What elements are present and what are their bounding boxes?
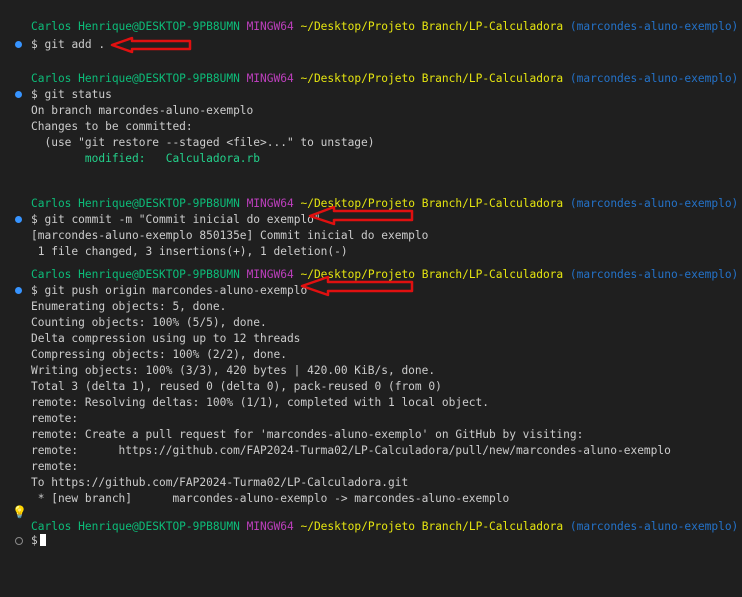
prompt-path: ~/Desktop/Projeto Branch/LP-Calculadora [300,20,564,33]
status-hint: (use "git restore --staged <file>..." to… [31,136,375,149]
output-line: 1 file changed, 3 insertions(+), 1 delet… [0,244,742,260]
push-output-pull-url[interactable]: remote: https://github.com/FAP2024-Turma… [31,443,671,459]
empty-circle-icon [15,537,23,545]
prompt-path: ~/Desktop/Projeto Branch/LP-Calculadora [300,72,564,85]
blue-dot-icon[interactable] [15,216,22,223]
blue-dot-icon[interactable] [15,41,22,48]
output-line: (use "git restore --staged <file>..." to… [0,135,742,151]
status-modified-file: Calculadora.rb [165,152,261,165]
output-line: Total 3 (delta 1), reused 0 (delta 0), p… [0,379,742,395]
output-line: remote: [0,459,742,475]
prompt-symbol: $ [31,88,38,101]
text-cursor [39,534,46,546]
terminal[interactable]: Carlos Henrique@DESKTOP-9PB8UMN MINGW64 … [0,0,742,547]
prompt-branch: (marcondes-aluno-exemplo) [569,72,739,85]
push-output: Counting objects: 100% (5/5), done. [31,316,267,329]
prompt-line: Carlos Henrique@DESKTOP-9PB8UMN MINGW64 … [0,267,742,283]
prompt-path: ~/Desktop/Projeto Branch/LP-Calculadora [300,197,564,210]
prompt-user: Carlos Henrique@DESKTOP-9PB8UMN [31,20,240,33]
command-line[interactable]: $ [0,533,742,549]
blue-dot-icon[interactable] [15,91,22,98]
prompt-user: Carlos Henrique@DESKTOP-9PB8UMN [31,268,240,281]
prompt-user: Carlos Henrique@DESKTOP-9PB8UMN [31,520,240,533]
output-line: To https://github.com/FAP2024-Turma02/LP… [0,475,742,491]
prompt-symbol: $ [31,284,38,297]
push-output: remote: Create a pull request for 'marco… [31,428,584,441]
prompt-line: Carlos Henrique@DESKTOP-9PB8UMN MINGW64 … [0,196,742,212]
blue-dot-icon[interactable] [15,287,22,294]
prompt-symbol: $ [31,38,38,51]
prompt-system: MINGW64 [246,72,294,85]
push-output-repo-url[interactable]: To https://github.com/FAP2024-Turma02/LP… [31,475,408,491]
push-output: Enumerating objects: 5, done. [31,300,227,313]
output-line: remote: Resolving deltas: 100% (1/1), co… [0,395,742,411]
push-output: Writing objects: 100% (3/3), 420 bytes |… [31,364,436,377]
prompt-branch: (marcondes-aluno-exemplo) [569,520,739,533]
commit-output: [marcondes-aluno-exemplo 850135e] Commit… [31,229,429,242]
prompt-system: MINGW64 [246,268,294,281]
status-modified-label: modified: [31,152,166,165]
output-line: modified: Calculadora.rb [0,151,742,167]
push-output: remote: [31,412,79,425]
output-line: Changes to be committed: [0,119,742,135]
push-output: Total 3 (delta 1), reused 0 (delta 0), p… [31,380,442,393]
status-changes: Changes to be committed: [31,120,193,133]
command-git-add: git add . [44,38,106,51]
prompt-branch: (marcondes-aluno-exemplo) [569,268,739,281]
push-output: Delta compression using up to 12 threads [31,332,301,345]
output-line: remote: Create a pull request for 'marco… [0,427,742,443]
command-git-commit: git commit -m "Commit inicial do exemplo… [44,213,321,226]
push-output: remote: Resolving deltas: 100% (1/1), co… [31,396,490,409]
prompt-symbol: $ [31,213,38,226]
push-output: remote: [31,460,79,473]
output-line: On branch marcondes-aluno-exemplo [0,103,742,119]
output-line: Enumerating objects: 5, done. [0,299,742,315]
command-git-status: git status [44,88,112,101]
prompt-user: Carlos Henrique@DESKTOP-9PB8UMN [31,197,240,210]
commit-output: 1 file changed, 3 insertions(+), 1 delet… [31,245,348,258]
output-line: remote: https://github.com/FAP2024-Turma… [0,443,742,459]
lightbulb-icon[interactable]: 💡 [12,504,27,520]
output-line: Compressing objects: 100% (2/2), done. [0,347,742,363]
prompt-line: Carlos Henrique@DESKTOP-9PB8UMN MINGW64 … [0,71,742,87]
prompt-path: ~/Desktop/Projeto Branch/LP-Calculadora [300,520,564,533]
status-on-branch: On branch marcondes-aluno-exemplo [31,104,254,117]
output-line: Counting objects: 100% (5/5), done. [0,315,742,331]
prompt-branch: (marcondes-aluno-exemplo) [569,197,739,210]
command-line[interactable]: $ git push origin marcondes-aluno-exempl… [0,283,742,299]
prompt-user: Carlos Henrique@DESKTOP-9PB8UMN [31,72,240,85]
command-line[interactable]: $ git commit -m "Commit inicial do exemp… [0,212,742,228]
prompt-symbol: $ [31,534,38,547]
push-output: Compressing objects: 100% (2/2), done. [31,348,287,361]
output-line: Writing objects: 100% (3/3), 420 bytes |… [0,363,742,379]
prompt-path: ~/Desktop/Projeto Branch/LP-Calculadora [300,268,564,281]
prompt-line: Carlos Henrique@DESKTOP-9PB8UMN MINGW64 … [0,19,742,35]
output-line: remote: [0,411,742,427]
prompt-system: MINGW64 [246,20,294,33]
command-line[interactable]: $ git add . [0,37,742,53]
output-line: Delta compression using up to 12 threads [0,331,742,347]
prompt-branch: (marcondes-aluno-exemplo) [569,20,739,33]
output-line: [marcondes-aluno-exemplo 850135e] Commit… [0,228,742,244]
prompt-system: MINGW64 [246,520,294,533]
command-git-push: git push origin marcondes-aluno-exemplo [44,284,308,297]
command-line[interactable]: $ git status [0,87,742,103]
prompt-system: MINGW64 [246,197,294,210]
